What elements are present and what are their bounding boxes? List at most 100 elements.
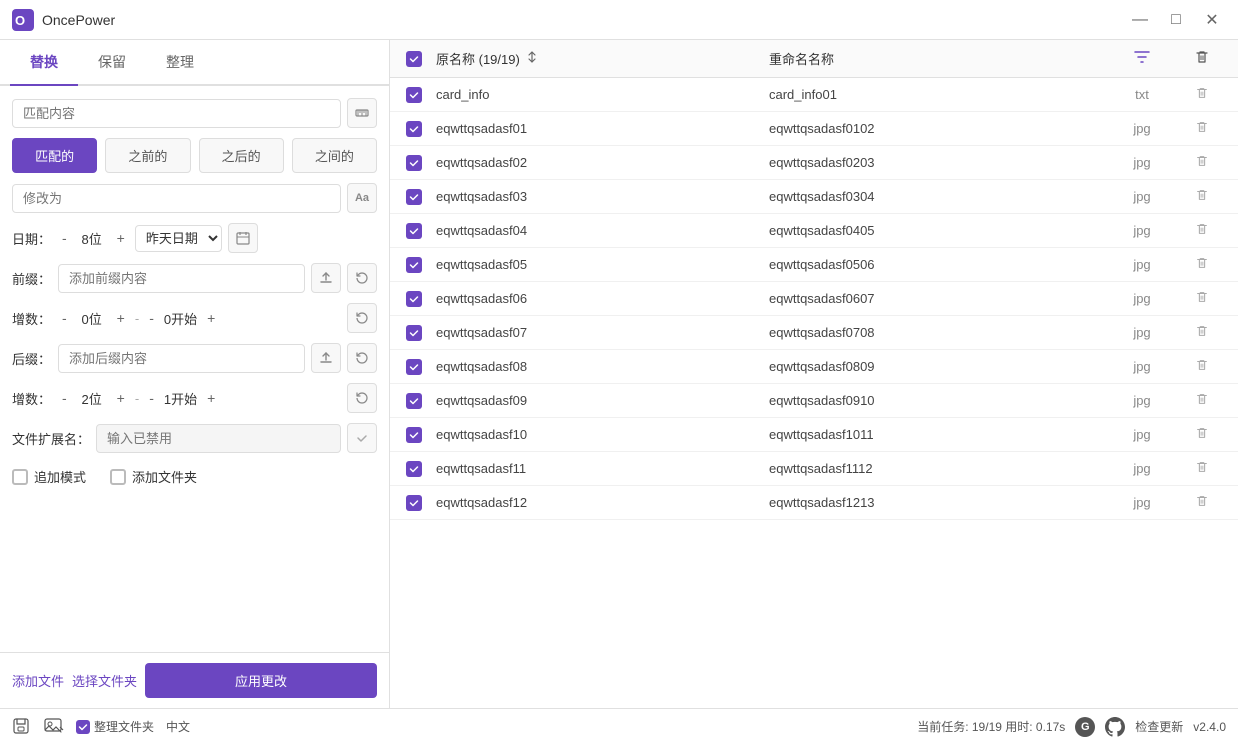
mode-btn-before[interactable]: 之前的 bbox=[105, 138, 190, 173]
mode-btn-between[interactable]: 之间的 bbox=[292, 138, 377, 173]
table-row: eqwttqsadasf03eqwttqsadasf0304jpg bbox=[390, 180, 1238, 214]
add-file-button[interactable]: 添加文件 bbox=[12, 671, 64, 690]
file-trash-icon[interactable] bbox=[1195, 188, 1209, 205]
mode-btn-after[interactable]: 之后的 bbox=[199, 138, 284, 173]
file-trash-icon[interactable] bbox=[1195, 358, 1209, 375]
increment2-row: 增数： - 2位 + - - 1开始 + bbox=[12, 383, 377, 413]
header-trash-icon[interactable] bbox=[1194, 49, 1210, 68]
file-original-name: card_info bbox=[436, 87, 769, 102]
date-row: 日期： - 8位 + 昨天日期 bbox=[12, 223, 377, 253]
file-ext: jpg bbox=[1102, 495, 1182, 510]
prefix-refresh-icon[interactable] bbox=[347, 263, 377, 293]
lang-label[interactable]: 中文 bbox=[166, 718, 190, 735]
date-select[interactable]: 昨天日期 bbox=[135, 225, 222, 252]
statusbar-right: 当前任务: 19/19 用时: 0.17s G 检查更新 v2.4.0 bbox=[917, 717, 1226, 737]
inc2-minus1[interactable]: - bbox=[58, 388, 71, 408]
sort-icon[interactable] bbox=[524, 49, 540, 68]
header-checkbox[interactable] bbox=[406, 51, 422, 67]
filter-icon[interactable] bbox=[1133, 54, 1151, 69]
file-trash-icon[interactable] bbox=[1195, 256, 1209, 273]
file-checkbox[interactable] bbox=[406, 189, 422, 205]
file-trash-icon[interactable] bbox=[1195, 460, 1209, 477]
inc1-minus2[interactable]: - bbox=[145, 308, 158, 328]
save-icon[interactable] bbox=[12, 717, 32, 737]
inc1-plus1[interactable]: + bbox=[113, 308, 129, 328]
file-checkbox[interactable] bbox=[406, 325, 422, 341]
file-checkbox[interactable] bbox=[406, 87, 422, 103]
tab-organize[interactable]: 整理 bbox=[146, 40, 214, 84]
date-minus[interactable]: - bbox=[58, 228, 71, 248]
tab-replace[interactable]: 替换 bbox=[10, 40, 78, 84]
prefix-upload-icon[interactable] bbox=[311, 263, 341, 293]
ruler-icon-btn[interactable] bbox=[347, 98, 377, 128]
prefix-input[interactable] bbox=[58, 264, 305, 293]
modify-input[interactable] bbox=[12, 184, 341, 213]
inc2-refresh-icon[interactable] bbox=[347, 383, 377, 413]
match-input[interactable] bbox=[12, 99, 341, 128]
date-plus[interactable]: + bbox=[113, 228, 129, 248]
file-checkbox[interactable] bbox=[406, 495, 422, 511]
inc2-plus1[interactable]: + bbox=[113, 388, 129, 408]
file-checkbox[interactable] bbox=[406, 121, 422, 137]
file-trash-icon[interactable] bbox=[1195, 154, 1209, 171]
apply-button[interactable]: 应用更改 bbox=[145, 663, 377, 698]
file-original-name: eqwttqsadasf10 bbox=[436, 427, 769, 442]
ext-check-icon[interactable] bbox=[347, 423, 377, 453]
app-logo: O bbox=[12, 9, 34, 31]
suffix-upload-icon[interactable] bbox=[311, 343, 341, 373]
append-mode-check[interactable]: 追加模式 bbox=[12, 467, 86, 486]
inc2-plus2[interactable]: + bbox=[203, 388, 219, 408]
file-checkbox[interactable] bbox=[406, 393, 422, 409]
file-delete-cell bbox=[1182, 426, 1222, 443]
svg-text:O: O bbox=[15, 13, 25, 28]
file-list-header: 原名称 (19/19) 重命名名称 bbox=[390, 40, 1238, 78]
append-mode-checkbox[interactable] bbox=[12, 469, 28, 485]
add-folder-check[interactable]: 添加文件夹 bbox=[110, 467, 197, 486]
mode-btn-match[interactable]: 匹配的 bbox=[12, 138, 97, 173]
suffix-refresh-icon[interactable] bbox=[347, 343, 377, 373]
main-layout: 替换 保留 整理 bbox=[0, 40, 1238, 708]
github-icon[interactable] bbox=[1105, 717, 1125, 737]
file-trash-icon[interactable] bbox=[1195, 290, 1209, 307]
image-icon[interactable] bbox=[44, 717, 64, 737]
file-checkbox[interactable] bbox=[406, 223, 422, 239]
g-icon[interactable]: G bbox=[1075, 717, 1095, 737]
statusbar-checkbox[interactable] bbox=[76, 720, 90, 734]
calendar-icon-btn[interactable] bbox=[228, 223, 258, 253]
file-trash-icon[interactable] bbox=[1195, 120, 1209, 137]
maximize-button[interactable]: □ bbox=[1162, 6, 1190, 34]
file-checkbox-cell bbox=[406, 223, 436, 239]
file-trash-icon[interactable] bbox=[1195, 222, 1209, 239]
file-trash-icon[interactable] bbox=[1195, 392, 1209, 409]
table-row: eqwttqsadasf05eqwttqsadasf0506jpg bbox=[390, 248, 1238, 282]
file-checkbox[interactable] bbox=[406, 155, 422, 171]
file-trash-icon[interactable] bbox=[1195, 86, 1209, 103]
tab-keep[interactable]: 保留 bbox=[78, 40, 146, 84]
add-folder-checkbox[interactable] bbox=[110, 469, 126, 485]
suffix-input[interactable] bbox=[58, 344, 305, 373]
file-checkbox[interactable] bbox=[406, 461, 422, 477]
file-checkbox[interactable] bbox=[406, 291, 422, 307]
inc1-refresh-icon[interactable] bbox=[347, 303, 377, 333]
file-checkbox[interactable] bbox=[406, 427, 422, 443]
task-info: 当前任务: 19/19 用时: 0.17s bbox=[917, 718, 1065, 735]
check-update-label[interactable]: 检查更新 bbox=[1135, 718, 1183, 735]
right-panel: 原名称 (19/19) 重命名名称 bbox=[390, 40, 1238, 708]
suffix-label: 后缀： bbox=[12, 349, 52, 368]
inc1-minus1[interactable]: - bbox=[58, 308, 71, 328]
case-icon-btn[interactable]: Aa bbox=[347, 183, 377, 213]
table-row: eqwttqsadasf04eqwttqsadasf0405jpg bbox=[390, 214, 1238, 248]
inc2-minus2[interactable]: - bbox=[145, 388, 158, 408]
close-button[interactable]: ✕ bbox=[1198, 6, 1226, 34]
file-trash-icon[interactable] bbox=[1195, 324, 1209, 341]
select-folder-button[interactable]: 选择文件夹 bbox=[72, 671, 137, 690]
file-original-name: eqwttqsadasf01 bbox=[436, 121, 769, 136]
header-del bbox=[1182, 49, 1222, 68]
file-checkbox[interactable] bbox=[406, 359, 422, 375]
minimize-button[interactable]: — bbox=[1126, 6, 1154, 34]
file-trash-icon[interactable] bbox=[1195, 426, 1209, 443]
inc1-plus2[interactable]: + bbox=[203, 308, 219, 328]
file-trash-icon[interactable] bbox=[1195, 494, 1209, 511]
file-checkbox[interactable] bbox=[406, 257, 422, 273]
table-row: eqwttqsadasf10eqwttqsadasf1011jpg bbox=[390, 418, 1238, 452]
